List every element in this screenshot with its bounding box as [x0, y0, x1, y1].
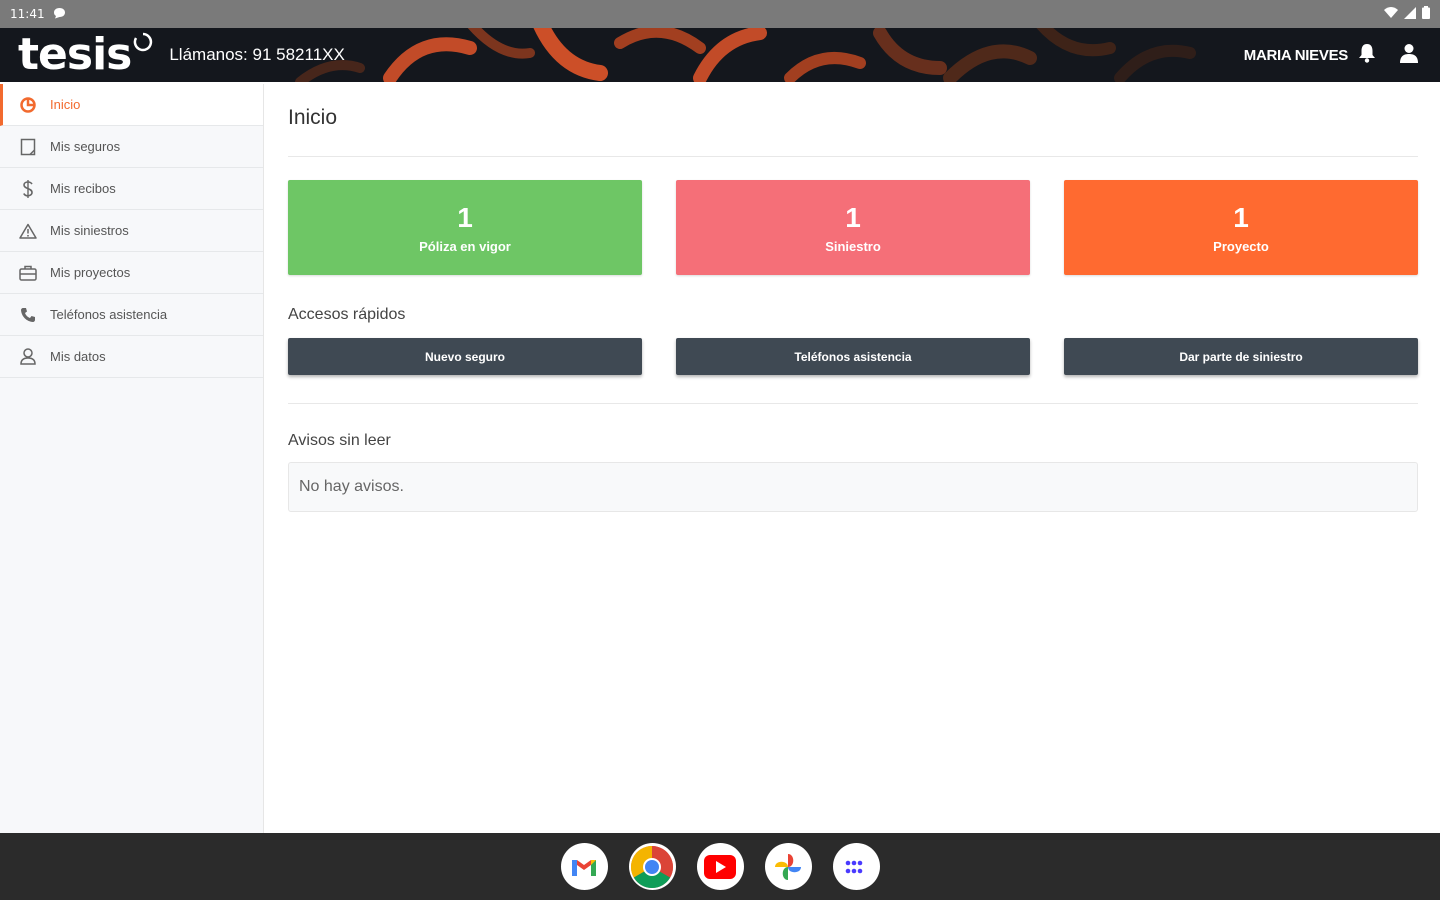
sidebar-item-telefonos-asistencia[interactable]: Teléfonos asistencia: [0, 294, 263, 336]
stat-card-proyectos[interactable]: 1 Proyecto: [1064, 180, 1418, 275]
stat-card-polizas[interactable]: 1 Póliza en vigor: [288, 180, 642, 275]
dollar-icon: [18, 179, 38, 199]
app-dock: [0, 833, 1440, 900]
sidebar: Inicio Mis seguros Mis recibos Mis sinie…: [0, 84, 264, 833]
quick-access-title: Accesos rápidos: [288, 306, 406, 323]
tesis-logo: tesis: [18, 29, 132, 80]
user-area: MARIA NIEVES: [1244, 43, 1418, 68]
unread-notices-title: Avisos sin leer: [288, 432, 391, 449]
report-claim-button[interactable]: Dar parte de siniestro: [1064, 338, 1418, 375]
status-time: 11:41: [10, 7, 45, 21]
stat-value: 1: [1233, 202, 1249, 233]
new-insurance-button[interactable]: Nuevo seguro: [288, 338, 642, 375]
sidebar-item-inicio[interactable]: Inicio: [0, 84, 263, 126]
main-content: Inicio 1 Póliza en vigor 1 Siniestro 1 P…: [288, 84, 1418, 833]
wifi-icon: [1384, 6, 1398, 22]
sidebar-item-mis-siniestros[interactable]: Mis siniestros: [0, 210, 263, 252]
no-notices-text: No hay avisos.: [299, 478, 404, 495]
youtube-icon[interactable]: [696, 843, 744, 890]
photos-icon[interactable]: [764, 843, 812, 890]
briefcase-icon: [18, 263, 38, 283]
sidebar-item-mis-seguros[interactable]: Mis seguros: [0, 126, 263, 168]
sidebar-item-label: Mis datos: [50, 349, 106, 364]
sidebar-item-label: Mis siniestros: [50, 223, 129, 238]
status-bar: 11:41: [0, 0, 1440, 28]
sidebar-item-mis-recibos[interactable]: Mis recibos: [0, 168, 263, 210]
stat-label: Siniestro: [825, 239, 881, 254]
quick-access-divider: [288, 403, 1418, 404]
sidebar-item-mis-datos[interactable]: Mis datos: [0, 336, 263, 378]
document-icon: [18, 137, 38, 157]
message-notification-icon: [53, 7, 66, 22]
logo-swirl-icon: [133, 32, 153, 57]
page-title: Inicio: [288, 106, 338, 129]
app-drawer-icon[interactable]: [832, 843, 880, 890]
bell-icon[interactable]: [1358, 43, 1376, 68]
assistance-phones-button[interactable]: Teléfonos asistencia: [676, 338, 1030, 375]
stat-label: Proyecto: [1213, 239, 1269, 254]
stat-label: Póliza en vigor: [419, 239, 511, 254]
sidebar-item-label: Mis proyectos: [50, 265, 131, 280]
sidebar-item-label: Teléfonos asistencia: [50, 307, 168, 322]
sidebar-item-label: Mis seguros: [50, 139, 121, 154]
chrome-icon[interactable]: [628, 843, 676, 890]
stat-card-siniestros[interactable]: 1 Siniestro: [676, 180, 1030, 275]
phone-icon: [18, 305, 38, 325]
gmail-icon[interactable]: [560, 843, 608, 890]
title-divider: [288, 156, 1418, 157]
account-icon[interactable]: [1400, 43, 1418, 68]
battery-icon: [1422, 6, 1430, 22]
stat-value: 1: [845, 202, 861, 233]
stat-value: 1: [457, 202, 473, 233]
sidebar-item-label: Mis recibos: [50, 181, 116, 196]
notices-box: No hay avisos.: [288, 462, 1418, 512]
user-icon: [18, 347, 38, 367]
sidebar-item-mis-proyectos[interactable]: Mis proyectos: [0, 252, 263, 294]
app-header: tesis Llámanos: 91 58211XX MARIA NIEVES: [0, 28, 1440, 82]
signal-icon: [1404, 6, 1416, 22]
home-icon: [18, 95, 38, 115]
warning-icon: [18, 221, 38, 241]
user-name[interactable]: MARIA NIEVES: [1244, 47, 1349, 64]
sidebar-item-label: Inicio: [50, 97, 81, 112]
phone-contact-text: Llámanos: 91 58211XX: [169, 45, 345, 64]
